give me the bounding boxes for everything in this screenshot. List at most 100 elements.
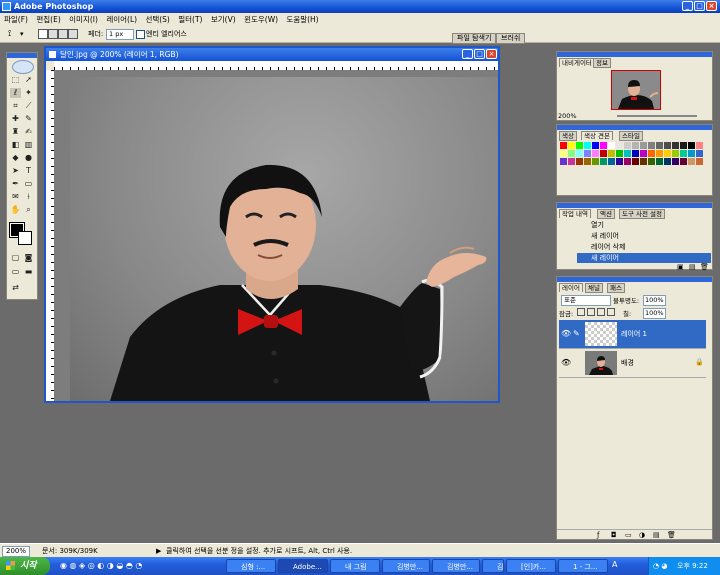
color-swatch[interactable] [656, 158, 663, 165]
eyedropper-icon[interactable]: ⟊ [23, 192, 34, 202]
lock-position-checkbox[interactable] [597, 308, 605, 316]
color-swatch[interactable] [648, 158, 655, 165]
layers-title-bar[interactable] [557, 277, 712, 282]
tool-preset-dropdown-icon[interactable]: ▾ [20, 26, 24, 42]
menu-filter[interactable]: 필터(T) [178, 15, 202, 24]
navigator-title-bar[interactable] [557, 52, 712, 57]
brush-tool-icon[interactable]: ✎ [23, 114, 34, 124]
doc-minimize-button[interactable]: _ [462, 49, 473, 59]
color-swatch[interactable] [664, 150, 671, 157]
history-item-delete-layer[interactable]: 레이어 삭제 [577, 242, 711, 252]
tab-color[interactable]: 색상 [559, 131, 577, 141]
color-swatch[interactable] [656, 142, 663, 149]
standard-mode-icon[interactable]: ▢ [10, 253, 21, 263]
color-swatch[interactable] [600, 142, 607, 149]
tab-navigator[interactable]: 내비게이터 [559, 58, 595, 67]
task-item-4[interactable]: 김병만... [382, 559, 430, 573]
tab-styles[interactable]: 스타일 [619, 131, 643, 141]
color-swatch[interactable] [656, 150, 663, 157]
close-button[interactable]: × [706, 1, 717, 11]
fill-input[interactable]: 100% [643, 308, 666, 319]
lock-all-checkbox[interactable] [607, 308, 615, 316]
color-swatch[interactable] [592, 150, 599, 157]
task-item-1[interactable]: 심형 :... [226, 559, 276, 573]
tab-info[interactable]: 정보 [593, 58, 611, 68]
color-swatch[interactable] [576, 150, 583, 157]
menu-edit[interactable]: 편집(E) [36, 15, 60, 24]
color-swatch[interactable] [584, 142, 591, 149]
clock[interactable]: 오후 9:22 [677, 557, 708, 575]
navigator-zoom-value[interactable]: 200% [558, 112, 577, 120]
lasso-tool-icon[interactable]: ⟟ [8, 26, 11, 42]
task-item-6[interactable]: 김병만... [482, 559, 504, 573]
color-swatch[interactable] [688, 158, 695, 165]
zoom-tool-icon[interactable]: ⌕ [23, 205, 34, 215]
task-item-7[interactable]: [인]카... [506, 559, 556, 573]
gradient-tool-icon[interactable]: ▥ [23, 140, 34, 150]
visibility-eye-icon[interactable]: 👁 [561, 329, 571, 338]
new-document-icon[interactable]: ▤ [689, 263, 696, 271]
type-tool-icon[interactable]: T [23, 166, 34, 176]
status-doc-size[interactable]: 문서: 309K/309K [42, 544, 98, 558]
lock-pixels-checkbox[interactable] [587, 308, 595, 316]
status-zoom[interactable]: 200% [2, 546, 31, 557]
document-title-bar[interactable]: 달인.jpg @ 200% (레이어 1, RGB) _ □ × [46, 48, 498, 61]
color-swatch[interactable] [672, 158, 679, 165]
color-swatch[interactable] [560, 142, 567, 149]
screen-mode-icon[interactable]: ▭ [10, 267, 21, 277]
eraser-tool-icon[interactable]: ◧ [10, 140, 21, 150]
tab-paths[interactable]: 패스 [607, 283, 625, 293]
layer-row-background[interactable]: 👁 배경 🔒 [559, 349, 706, 378]
menu-layer[interactable]: 레이어(L) [106, 15, 137, 24]
color-swatch[interactable] [688, 150, 695, 157]
history-title-bar[interactable] [557, 203, 712, 208]
color-swatch[interactable] [640, 142, 647, 149]
tab-history[interactable]: 작업 내역 [559, 209, 591, 218]
color-swatch[interactable] [688, 142, 695, 149]
color-swatch[interactable] [624, 158, 631, 165]
color-swatch[interactable] [616, 142, 623, 149]
crop-tool-icon[interactable]: ⌗ [10, 101, 21, 111]
blur-tool-icon[interactable]: ◆ [10, 153, 21, 163]
color-swatch[interactable] [560, 158, 567, 165]
menu-image[interactable]: 이미지(I) [69, 15, 98, 24]
canvas-area[interactable] [54, 70, 498, 401]
color-swatch[interactable] [560, 150, 567, 157]
tray-icons[interactable]: ◔ ◕ [653, 557, 667, 575]
color-swatch[interactable] [640, 158, 647, 165]
color-swatch[interactable] [616, 158, 623, 165]
history-brush-icon[interactable]: ✍ [23, 127, 34, 137]
color-swatch[interactable] [672, 142, 679, 149]
path-selection-icon[interactable]: ➤ [10, 166, 21, 176]
doc-close-button[interactable]: × [486, 49, 497, 59]
dodge-tool-icon[interactable]: ● [23, 153, 34, 163]
color-swatch[interactable] [680, 150, 687, 157]
history-item-open[interactable]: 열기 [577, 220, 711, 230]
color-swatch[interactable] [632, 150, 639, 157]
layer-style-icon[interactable]: ƒ [597, 531, 599, 539]
color-swatch[interactable] [648, 142, 655, 149]
adjustment-layer-icon[interactable]: ◑ [639, 531, 645, 539]
add-selection-icon[interactable] [48, 29, 58, 39]
ime-indicator[interactable]: A [612, 560, 617, 569]
shape-tool-icon[interactable]: ▭ [23, 179, 34, 189]
move-tool-icon[interactable]: ➚ [23, 75, 34, 85]
color-swatch[interactable] [568, 150, 575, 157]
tab-swatches[interactable]: 색상 견본 [581, 131, 613, 140]
delete-layer-icon[interactable]: 🗑 [667, 531, 676, 539]
layer1-name[interactable]: 레이어 1 [621, 329, 647, 339]
color-swatch[interactable] [696, 158, 703, 165]
new-snapshot-icon[interactable]: ▣ [677, 263, 684, 271]
tab-tool-presets[interactable]: 도구 사전 설정 [619, 209, 666, 219]
navigator-zoom-slider[interactable] [617, 115, 697, 117]
lasso-tool-icon[interactable]: ℓ [10, 88, 21, 98]
photo-image[interactable] [70, 77, 498, 401]
color-swatch[interactable] [576, 158, 583, 165]
tab-channels[interactable]: 채널 [585, 283, 603, 293]
color-swatch[interactable] [640, 150, 647, 157]
opacity-input[interactable]: 100% [643, 295, 666, 306]
task-item-photoshop[interactable]: Adobe... [278, 559, 328, 573]
app-title-bar[interactable]: Adobe Photoshop _ □ × [0, 0, 720, 13]
marquee-tool-icon[interactable]: ⬚ [10, 75, 21, 85]
swatch-grid[interactable] [560, 142, 706, 194]
